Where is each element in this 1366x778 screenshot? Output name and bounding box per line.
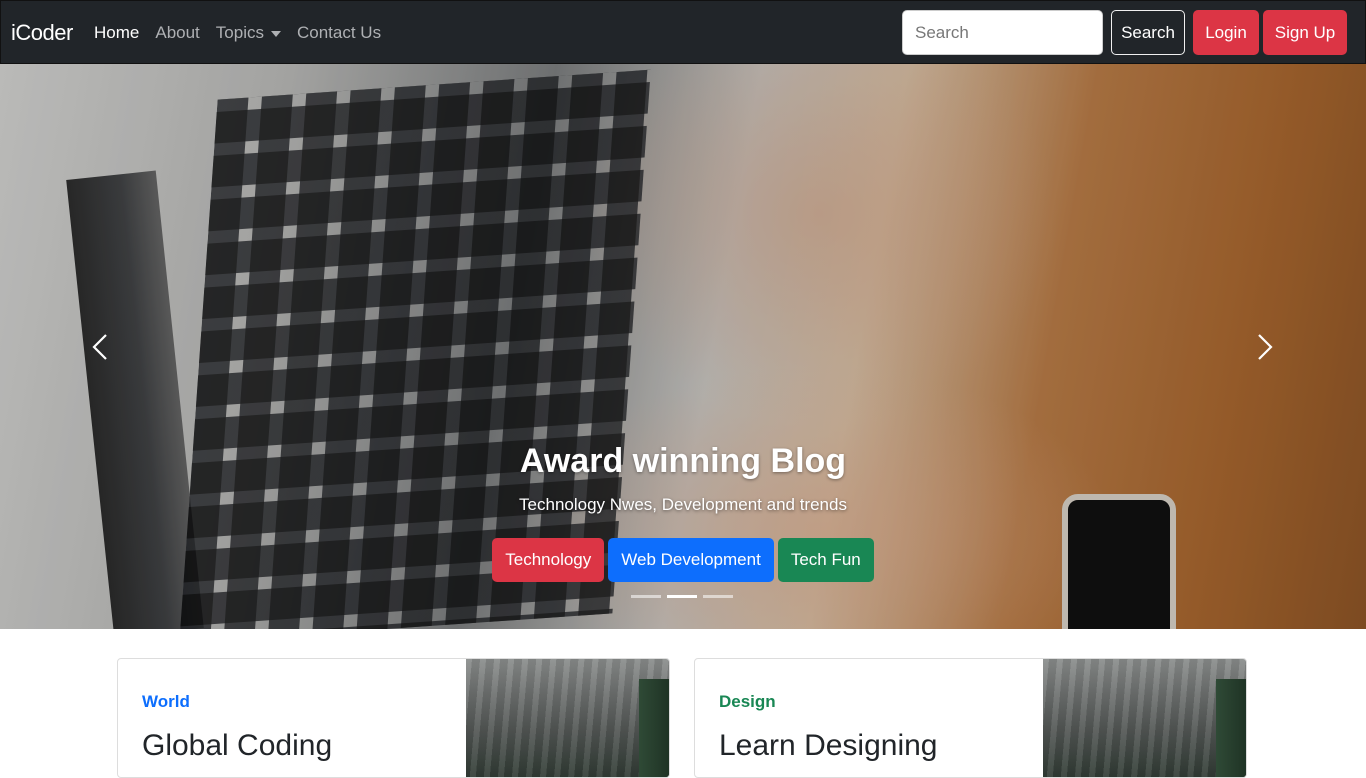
search-button[interactable]: Search	[1111, 10, 1185, 55]
card-design: Design Learn Designing	[694, 658, 1247, 778]
nav-link-home-label: Home	[94, 23, 140, 42]
carousel-indicator-active[interactable]	[667, 595, 697, 598]
chevron-right-icon	[1258, 334, 1273, 360]
nav-link-about[interactable]: About	[155, 23, 199, 43]
card-world: World Global Coding	[117, 658, 670, 778]
carousel-subtitle: Technology Nwes, Development and trends	[519, 495, 847, 514]
carousel-indicator[interactable]	[703, 595, 733, 598]
brand-logo[interactable]: iCoder	[11, 20, 73, 46]
nav-links: Home About Topics Contact Us	[94, 23, 397, 43]
card-title: Global Coding	[142, 729, 333, 762]
card-title: Learn Designing	[719, 729, 938, 762]
nav-link-about-label: About	[155, 23, 200, 42]
nav-link-home[interactable]: Home	[94, 23, 139, 43]
caret-down-icon	[270, 31, 281, 37]
hero-carousel: Award winning Blog Technology Nwes, Deve…	[0, 64, 1366, 629]
signup-button[interactable]: Sign Up	[1263, 10, 1347, 55]
nav-link-topics-label: Topics	[215, 23, 264, 42]
web-development-button[interactable]: Web Development	[608, 538, 774, 582]
navbar: iCoder Home About Topics Contact Us Sear…	[0, 0, 1366, 64]
carousel-prev-button[interactable]	[86, 332, 116, 362]
carousel-indicator[interactable]	[631, 595, 661, 598]
carousel-next-button[interactable]	[1249, 332, 1279, 362]
carousel-title: Award winning Blog	[519, 442, 847, 480]
chevron-left-icon	[92, 334, 107, 360]
nav-link-contact[interactable]: Contact Us	[297, 23, 381, 43]
card-image	[1043, 659, 1246, 777]
card-category: Design	[719, 692, 776, 711]
carousel-buttons: Technology Web Development Tech Fun	[0, 538, 1366, 582]
carousel-caption: Award winning Blog Technology Nwes, Deve…	[0, 442, 1366, 515]
login-button[interactable]: Login	[1193, 10, 1259, 55]
search-input[interactable]	[902, 10, 1103, 55]
technology-button[interactable]: Technology	[492, 538, 605, 582]
carousel-indicators	[631, 595, 733, 598]
nav-dropdown-topics[interactable]: Topics	[216, 23, 281, 43]
card-category: World	[142, 692, 190, 711]
card-image	[466, 659, 669, 777]
tech-fun-button[interactable]: Tech Fun	[777, 538, 874, 582]
nav-link-contact-label: Contact Us	[296, 23, 382, 42]
